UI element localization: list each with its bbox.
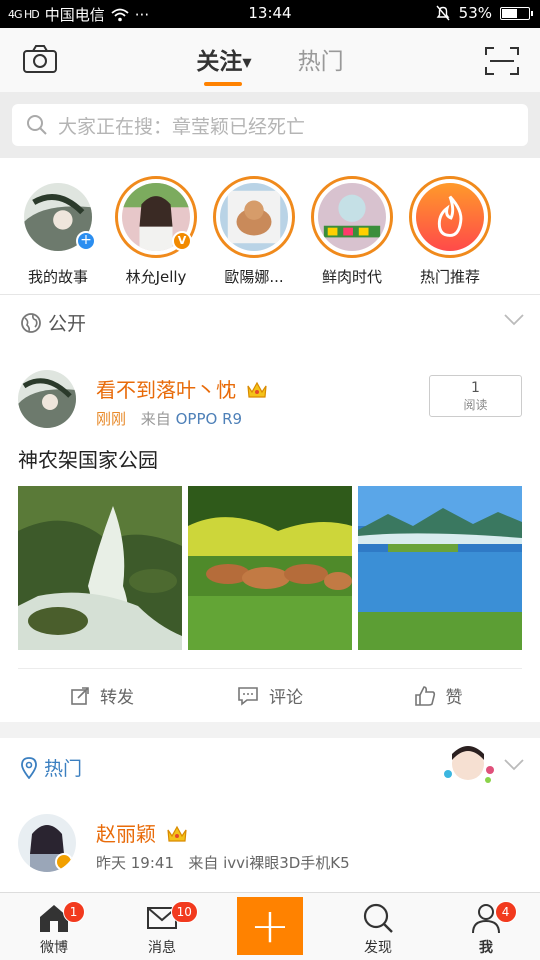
story-name: 鲜肉时代	[321, 268, 382, 286]
tab-messages[interactable]: 消息 10	[108, 893, 216, 960]
post-actions: 转发 评论 赞	[18, 668, 522, 722]
avatar[interactable]	[18, 814, 76, 872]
hot-post-username[interactable]: 赵丽颖	[96, 818, 188, 847]
chevron-down-icon[interactable]	[504, 313, 524, 327]
battery-percent: 53%	[458, 4, 492, 22]
tab-me[interactable]: 我 4	[432, 893, 540, 960]
story-ouyang[interactable]: 歐陽娜...	[212, 176, 296, 294]
story-name: 歐陽娜...	[224, 268, 284, 286]
post-images	[18, 486, 522, 650]
location-pin-icon	[21, 756, 37, 779]
comment-button[interactable]: 评论	[186, 669, 354, 722]
crown-icon	[167, 825, 187, 842]
story-name: 林允Jelly	[125, 268, 187, 286]
post-image-deer[interactable]	[188, 486, 352, 650]
search-input[interactable]: 大家正在搜：章莹颖已经死亡	[12, 104, 528, 146]
post-source[interactable]: OPPO R9	[176, 410, 242, 428]
read-count-label: 阅读	[463, 398, 488, 412]
stories-row: + 我的故事 V 林允Jelly 歐陽娜... 鲜肉时代 热门推荐	[0, 158, 540, 294]
read-count: 1	[471, 380, 480, 396]
tab-discover[interactable]: 发现	[324, 893, 432, 960]
repost-icon	[71, 686, 89, 705]
plus-icon: +	[237, 897, 303, 955]
chevron-down-icon[interactable]	[504, 758, 524, 772]
hot-section-header[interactable]: 热门	[20, 754, 82, 781]
search-icon	[27, 115, 47, 135]
avatar[interactable]	[18, 370, 76, 428]
story-hot-recommend[interactable]: 热门推荐	[408, 176, 492, 294]
add-story-icon: +	[76, 231, 96, 251]
hot-flame-icon	[416, 183, 484, 251]
chevron-down-icon: ▼	[242, 55, 252, 70]
group-header-public[interactable]: 公开	[0, 294, 540, 350]
notification-badge: 1	[62, 901, 85, 923]
hot-post-card: 热门 赵丽颖 昨天 19:41 来自 ivvi裸眼3D手机K5	[0, 738, 540, 898]
globe-icon	[21, 312, 41, 333]
tab-weibo-home[interactable]: 微博 1	[0, 893, 108, 960]
source-prefix: 来自	[188, 854, 219, 872]
compose-button[interactable]: +	[216, 893, 324, 960]
notification-badge: 10	[170, 901, 198, 923]
search-placeholder: 大家正在搜：章莹颖已经死亡	[58, 115, 306, 138]
post-text: 神农架国家公园	[18, 448, 158, 472]
story-name: 我的故事	[27, 268, 88, 286]
battery-icon	[500, 6, 533, 20]
comment-icon	[238, 686, 258, 706]
active-tab-indicator	[204, 82, 243, 86]
post-card: 看不到落叶丶忱 刚刚 来自 OPPO R9 1 阅读 神农架国家公园 转发 评论	[0, 350, 540, 722]
post-image-lake[interactable]	[358, 486, 522, 650]
post-meta: 刚刚 来自 OPPO R9	[96, 408, 242, 429]
read-count-box: 1 阅读	[429, 375, 522, 417]
avatar	[220, 183, 288, 251]
hot-post-time: 昨天 19:41	[96, 854, 174, 872]
group-label: 公开	[48, 313, 87, 335]
story-my-story[interactable]: + 我的故事	[16, 176, 100, 294]
verified-icon: V	[172, 231, 192, 251]
avatar	[318, 183, 386, 251]
source-prefix: 来自	[140, 410, 171, 428]
top-nav: 关注▼ 热门	[0, 28, 540, 92]
like-button[interactable]: 赞	[354, 669, 522, 722]
notification-badge: 4	[494, 901, 517, 923]
post-username[interactable]: 看不到落叶丶忱	[96, 374, 268, 403]
search-icon	[363, 903, 393, 933]
story-lin-yun[interactable]: V 林允Jelly	[114, 176, 198, 294]
bottom-tab-bar: 微博 1 消息 10 + 发现 我 4	[0, 892, 540, 960]
thumbs-up-icon	[414, 685, 435, 706]
status-bar: 4G HD 中国电信 ··· 13:44 53%	[0, 0, 540, 28]
hot-post-meta: 昨天 19:41 来自 ivvi裸眼3D手机K5	[96, 852, 350, 873]
tab-hot[interactable]: 热门	[298, 42, 344, 76]
tab-following[interactable]: 关注▼	[196, 42, 252, 86]
story-name: 热门推荐	[419, 268, 480, 286]
scan-icon[interactable]	[484, 46, 520, 76]
repost-button[interactable]: 转发	[18, 669, 186, 722]
post-time: 刚刚	[96, 410, 127, 428]
mute-bell-icon	[436, 5, 450, 21]
sticker-image	[444, 746, 494, 783]
post-image-waterfall[interactable]	[18, 486, 182, 650]
story-xianrou[interactable]: 鲜肉时代	[310, 176, 394, 294]
hot-post-source[interactable]: ivvi裸眼3D手机K5	[223, 854, 350, 872]
crown-icon	[247, 381, 267, 398]
search-area: 大家正在搜：章莹颖已经死亡	[0, 92, 540, 158]
